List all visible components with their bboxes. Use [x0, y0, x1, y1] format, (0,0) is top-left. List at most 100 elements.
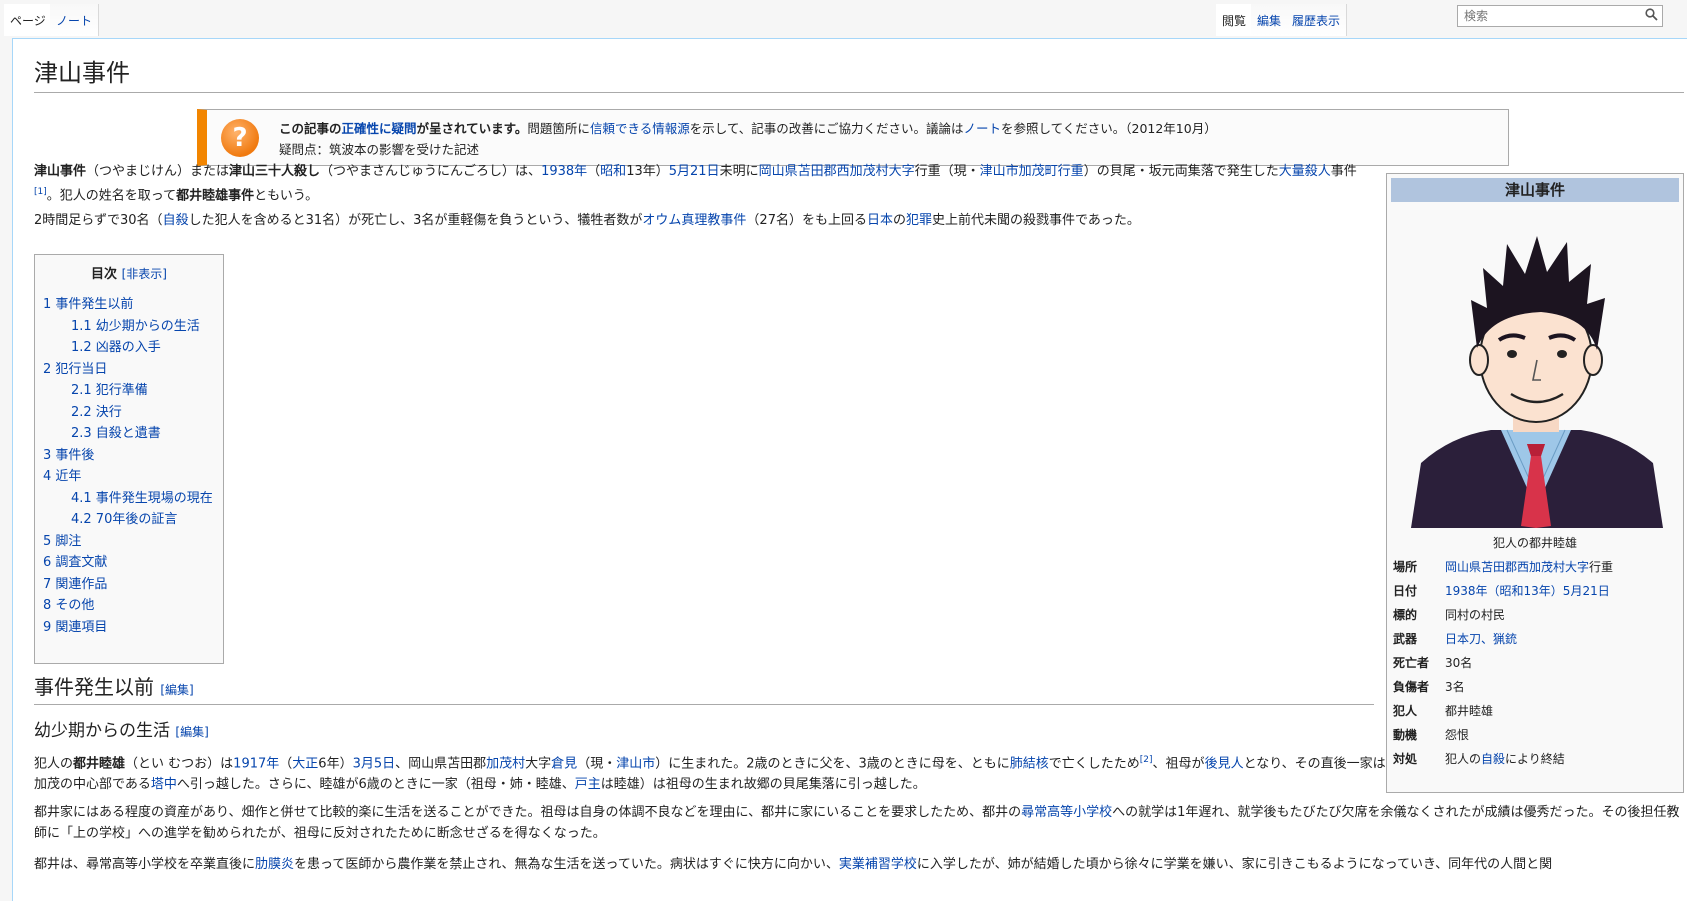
link-march5[interactable]: 3月5日 [353, 756, 396, 771]
infobox-row-weapon: 武器 日本刀、猟銃 [1391, 627, 1679, 651]
link-tuberculosis[interactable]: 肺結核 [1010, 756, 1049, 771]
section-paragraph-2: 都井家にはある程度の資産があり、畑作と併せて比較的楽に生活を送ることができた。祖… [34, 802, 1687, 844]
infobox-label: 日付 [1393, 584, 1418, 598]
toc-item[interactable]: 2.2 決行 [43, 402, 215, 424]
toc-item[interactable]: 8 その他 [43, 595, 215, 617]
toc-item[interactable]: 1 事件発生以前 [43, 294, 215, 316]
infobox-label: 負傷者 [1393, 680, 1430, 694]
notice-bold-suffix: が呈されています。 [416, 121, 528, 136]
link-aum[interactable]: オウム真理教事件 [642, 213, 746, 228]
link-taisho[interactable]: 大正 [292, 756, 318, 771]
intro-paragraph-2: 2時間足らずで30名（自殺した犯人を含めると31名）が死亡し、3名が重軽傷を負う… [34, 210, 1374, 231]
reliable-sources-link[interactable]: 信頼できる情報源 [590, 121, 690, 136]
location-link[interactable]: 岡山県苫田郡西加茂村大字 [1445, 560, 1589, 574]
toc-toggle-link[interactable]: [非表示] [122, 267, 167, 281]
footnote-ref[interactable]: [2] [1140, 755, 1153, 765]
search-input[interactable] [1462, 8, 1632, 24]
tab-edit[interactable]: 編集 [1251, 4, 1289, 36]
toc-item[interactable]: 2.1 犯行準備 [43, 380, 215, 402]
toc-item[interactable]: 6 調査文献 [43, 552, 215, 574]
text: ）の貝尾・坂元両集落で発生した [1083, 164, 1279, 179]
text: 都井は、尋常高等小学校を卒業直後に [34, 857, 256, 872]
toc-item[interactable]: 9 関連項目 [43, 617, 215, 639]
link-oaza[interactable]: 大字 [889, 164, 915, 179]
link-1917[interactable]: 1917年 [233, 756, 279, 771]
tab-history[interactable]: 履歴表示 [1286, 4, 1348, 36]
text: 大字 [525, 756, 552, 772]
toc-item[interactable]: 2 犯行当日 [43, 359, 215, 381]
link-kamo[interactable]: 加茂町行重 [1019, 164, 1084, 179]
text: （とい むつお）は [125, 756, 234, 772]
toc-item[interactable]: 1.2 凶器の入手 [43, 337, 215, 359]
toc-item[interactable]: 4.1 事件発生現場の現在 [43, 488, 215, 510]
question-icon: ? [221, 119, 259, 157]
toc-item[interactable]: 3 事件後 [43, 445, 215, 467]
link-kurami[interactable]: 倉見 [551, 756, 577, 771]
suicide-link[interactable]: 自殺 [1481, 752, 1505, 766]
edit-section-link[interactable]: [編集] [160, 683, 193, 697]
toc-item[interactable]: 2.3 自殺と遺書 [43, 423, 215, 445]
infobox-row-resolution: 対処 犯人の自殺により終結 [1391, 747, 1679, 771]
link-1938[interactable]: 1938年 [541, 164, 587, 179]
footnote-ref[interactable]: [1] [34, 187, 47, 197]
edit-subsection-link[interactable]: [編集] [175, 725, 208, 739]
tab-read-label: 閲覧 [1222, 14, 1247, 28]
link-tsuyama[interactable]: 津山市 [980, 164, 1019, 179]
term-bold: 都井睦雄事件 [176, 188, 255, 204]
link-koshu[interactable]: 戸主 [575, 777, 601, 792]
search-icon[interactable] [1645, 8, 1658, 25]
link-tomata[interactable]: 苫田郡 [798, 164, 837, 179]
link-japan[interactable]: 日本 [867, 213, 893, 228]
infobox-title: 津山事件 [1391, 178, 1679, 202]
toc-list: 1 事件発生以前 1.1 幼少期からの生活 1.2 凶器の入手 2 犯行当日 2… [43, 294, 215, 638]
notice-text: この記事の正確性に疑問が呈されています。問題箇所に信頼できる情報源を示して、記事… [279, 118, 1217, 160]
infobox: 津山事件 犯人の都井睦雄 場所 岡山県苫田郡西加茂村大字行重 日付 1938年（… [1386, 173, 1684, 793]
infobox-label: 武器 [1393, 632, 1418, 646]
text: 13年） [626, 164, 669, 179]
infobox-row-perpetrator: 犯人 都井睦雄 [1391, 699, 1679, 723]
text: 未明に [719, 164, 759, 179]
tab-read[interactable]: 閲覧 [1216, 4, 1254, 36]
accuracy-notice: ? この記事の正確性に疑問が呈されています。問題箇所に信頼できる情報源を示して、… [197, 109, 1509, 166]
link-elementary-school[interactable]: 尋常高等小学校 [1021, 805, 1112, 820]
term-bold: 都井睦雄 [73, 756, 126, 772]
link-vocational-school[interactable]: 実業補習学校 [839, 857, 917, 872]
toc-item[interactable]: 7 関連作品 [43, 574, 215, 596]
toc-item[interactable]: 4.2 70年後の証言 [43, 509, 215, 531]
text: 6年） [318, 756, 353, 772]
perpetrator-illustration[interactable] [1391, 208, 1681, 528]
link-kamo-village[interactable]: 加茂村 [486, 756, 525, 771]
toc-item[interactable]: 1.1 幼少期からの生活 [43, 316, 215, 338]
link-crime[interactable]: 犯罪 [906, 213, 932, 228]
text: （つやまじけん）または [86, 164, 230, 179]
date-link[interactable]: 1938年（昭和13年）5月21日 [1445, 584, 1610, 598]
notice-concern: 疑問点：筑波本の影響を受けた記述 [279, 142, 480, 157]
tab-note[interactable]: ノート [50, 4, 100, 36]
notice-bold-prefix: この記事の [279, 121, 342, 136]
link-showa[interactable]: 昭和 [600, 164, 626, 179]
link-mass-murder[interactable]: 大量殺人 [1279, 164, 1331, 179]
link-pleurisy[interactable]: 肋膜炎 [255, 857, 294, 872]
toc-title-text: 目次 [91, 267, 118, 282]
term-bold: 津山三十人殺し [229, 164, 321, 179]
toc-item[interactable]: 5 脚注 [43, 531, 215, 553]
link-okayama[interactable]: 岡山県 [759, 164, 798, 179]
link-guardian[interactable]: 後見人 [1205, 756, 1244, 771]
infobox-row-motive: 動機 怨恨 [1391, 723, 1679, 747]
toc-item[interactable]: 4 近年 [43, 466, 215, 488]
tab-page[interactable]: ページ [4, 4, 53, 36]
link-nishikamo[interactable]: 西加茂村 [837, 164, 889, 179]
term-bold: 津山事件 [34, 164, 87, 179]
link-may21[interactable]: 5月21日 [669, 164, 720, 179]
infobox-label: 対処 [1393, 752, 1418, 766]
infobox-label: 場所 [1393, 560, 1418, 574]
link-suicide[interactable]: 自殺 [163, 213, 189, 228]
link-tsuyama[interactable]: 津山市 [616, 756, 655, 771]
text: に入学したが、姉が結婚した頃から徐々に学業を嫌い、家に引きこもるようになっていき… [916, 857, 1553, 872]
note-link[interactable]: ノート [963, 121, 1001, 136]
section-paragraph-3: 都井は、尋常高等小学校を卒業直後に肋膜炎を患って医師から農作業を禁止され、無為な… [34, 854, 1687, 875]
content-area: 津山事件 ? この記事の正確性に疑問が呈されています。問題箇所に信頼できる情報源… [12, 38, 1687, 901]
accuracy-link[interactable]: 正確性に疑問 [342, 121, 417, 136]
weapon-link[interactable]: 日本刀、猟銃 [1445, 632, 1517, 646]
link-tatchu[interactable]: 塔中 [151, 777, 177, 792]
